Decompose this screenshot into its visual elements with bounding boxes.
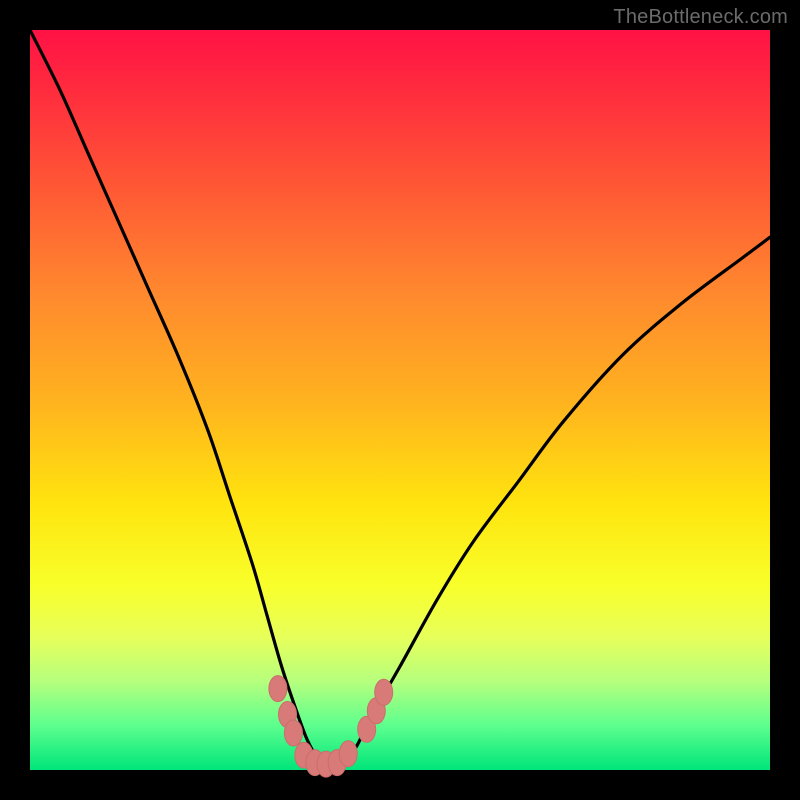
curve-marker	[339, 741, 357, 767]
curve-marker	[269, 676, 287, 702]
plot-area	[30, 30, 770, 770]
bottleneck-curve	[30, 30, 770, 764]
curve-marker	[284, 720, 302, 746]
marker-group	[269, 676, 393, 778]
curve-marker	[375, 679, 393, 705]
watermark-text: TheBottleneck.com	[613, 6, 788, 29]
chart-frame: TheBottleneck.com	[0, 0, 800, 800]
curve-svg	[30, 30, 770, 770]
